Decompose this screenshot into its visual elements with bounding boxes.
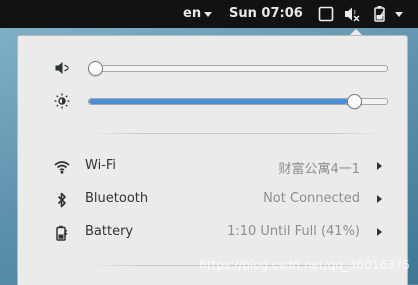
wifi-status: 财富公寓4一1 (278, 162, 360, 177)
menu-divider (88, 133, 386, 134)
brightness-slider[interactable] (88, 94, 388, 109)
battery-status: 1:10 Until Full (41%) (227, 224, 360, 239)
wifi-label: Wi-Fi (85, 158, 117, 173)
volume-slider-handle[interactable] (88, 61, 103, 76)
bluetooth-row[interactable]: Bluetooth Not Connected (18, 185, 407, 215)
wifi-icon (54, 161, 70, 174)
top-bar: en Sun 07:06 (0, 0, 418, 28)
battery-icon (56, 225, 68, 241)
watermark: https://blog.csdn.net/qq_36016375 (199, 258, 410, 272)
wifi-chevron-right-icon (377, 162, 382, 170)
language-chevron-down-icon[interactable] (204, 12, 212, 17)
clock[interactable]: Sun 07:06 (229, 0, 303, 28)
battery-label: Battery (85, 224, 134, 239)
battery-charging-icon (374, 6, 385, 22)
wifi-row[interactable]: Wi-Fi 财富公寓4一1 (18, 152, 407, 182)
brightness-slider-handle[interactable] (347, 94, 363, 109)
bluetooth-status: Not Connected (263, 191, 360, 206)
brightness-icon (54, 93, 70, 109)
screen-icon (318, 6, 334, 22)
volume-muted-icon (345, 7, 360, 22)
battery-chevron-right-icon (377, 228, 382, 236)
chevron-down-icon (395, 12, 403, 17)
volume-slider[interactable] (88, 61, 388, 76)
language-label: en (183, 6, 202, 21)
volume-muted-icon[interactable] (54, 60, 70, 76)
brightness-fill (89, 99, 349, 104)
bluetooth-label: Bluetooth (85, 191, 149, 206)
system-menu: Wi-Fi 财富公寓4一1 Bluetooth Not Connected Ba… (17, 35, 408, 285)
language-indicator[interactable]: en (183, 0, 201, 28)
system-status-area[interactable] (310, 0, 403, 28)
volume-row (18, 56, 407, 80)
bluetooth-icon (57, 192, 66, 208)
bluetooth-chevron-right-icon (377, 195, 382, 203)
battery-row[interactable]: Battery 1:10 Until Full (41%) (18, 218, 407, 248)
brightness-row (18, 89, 407, 113)
